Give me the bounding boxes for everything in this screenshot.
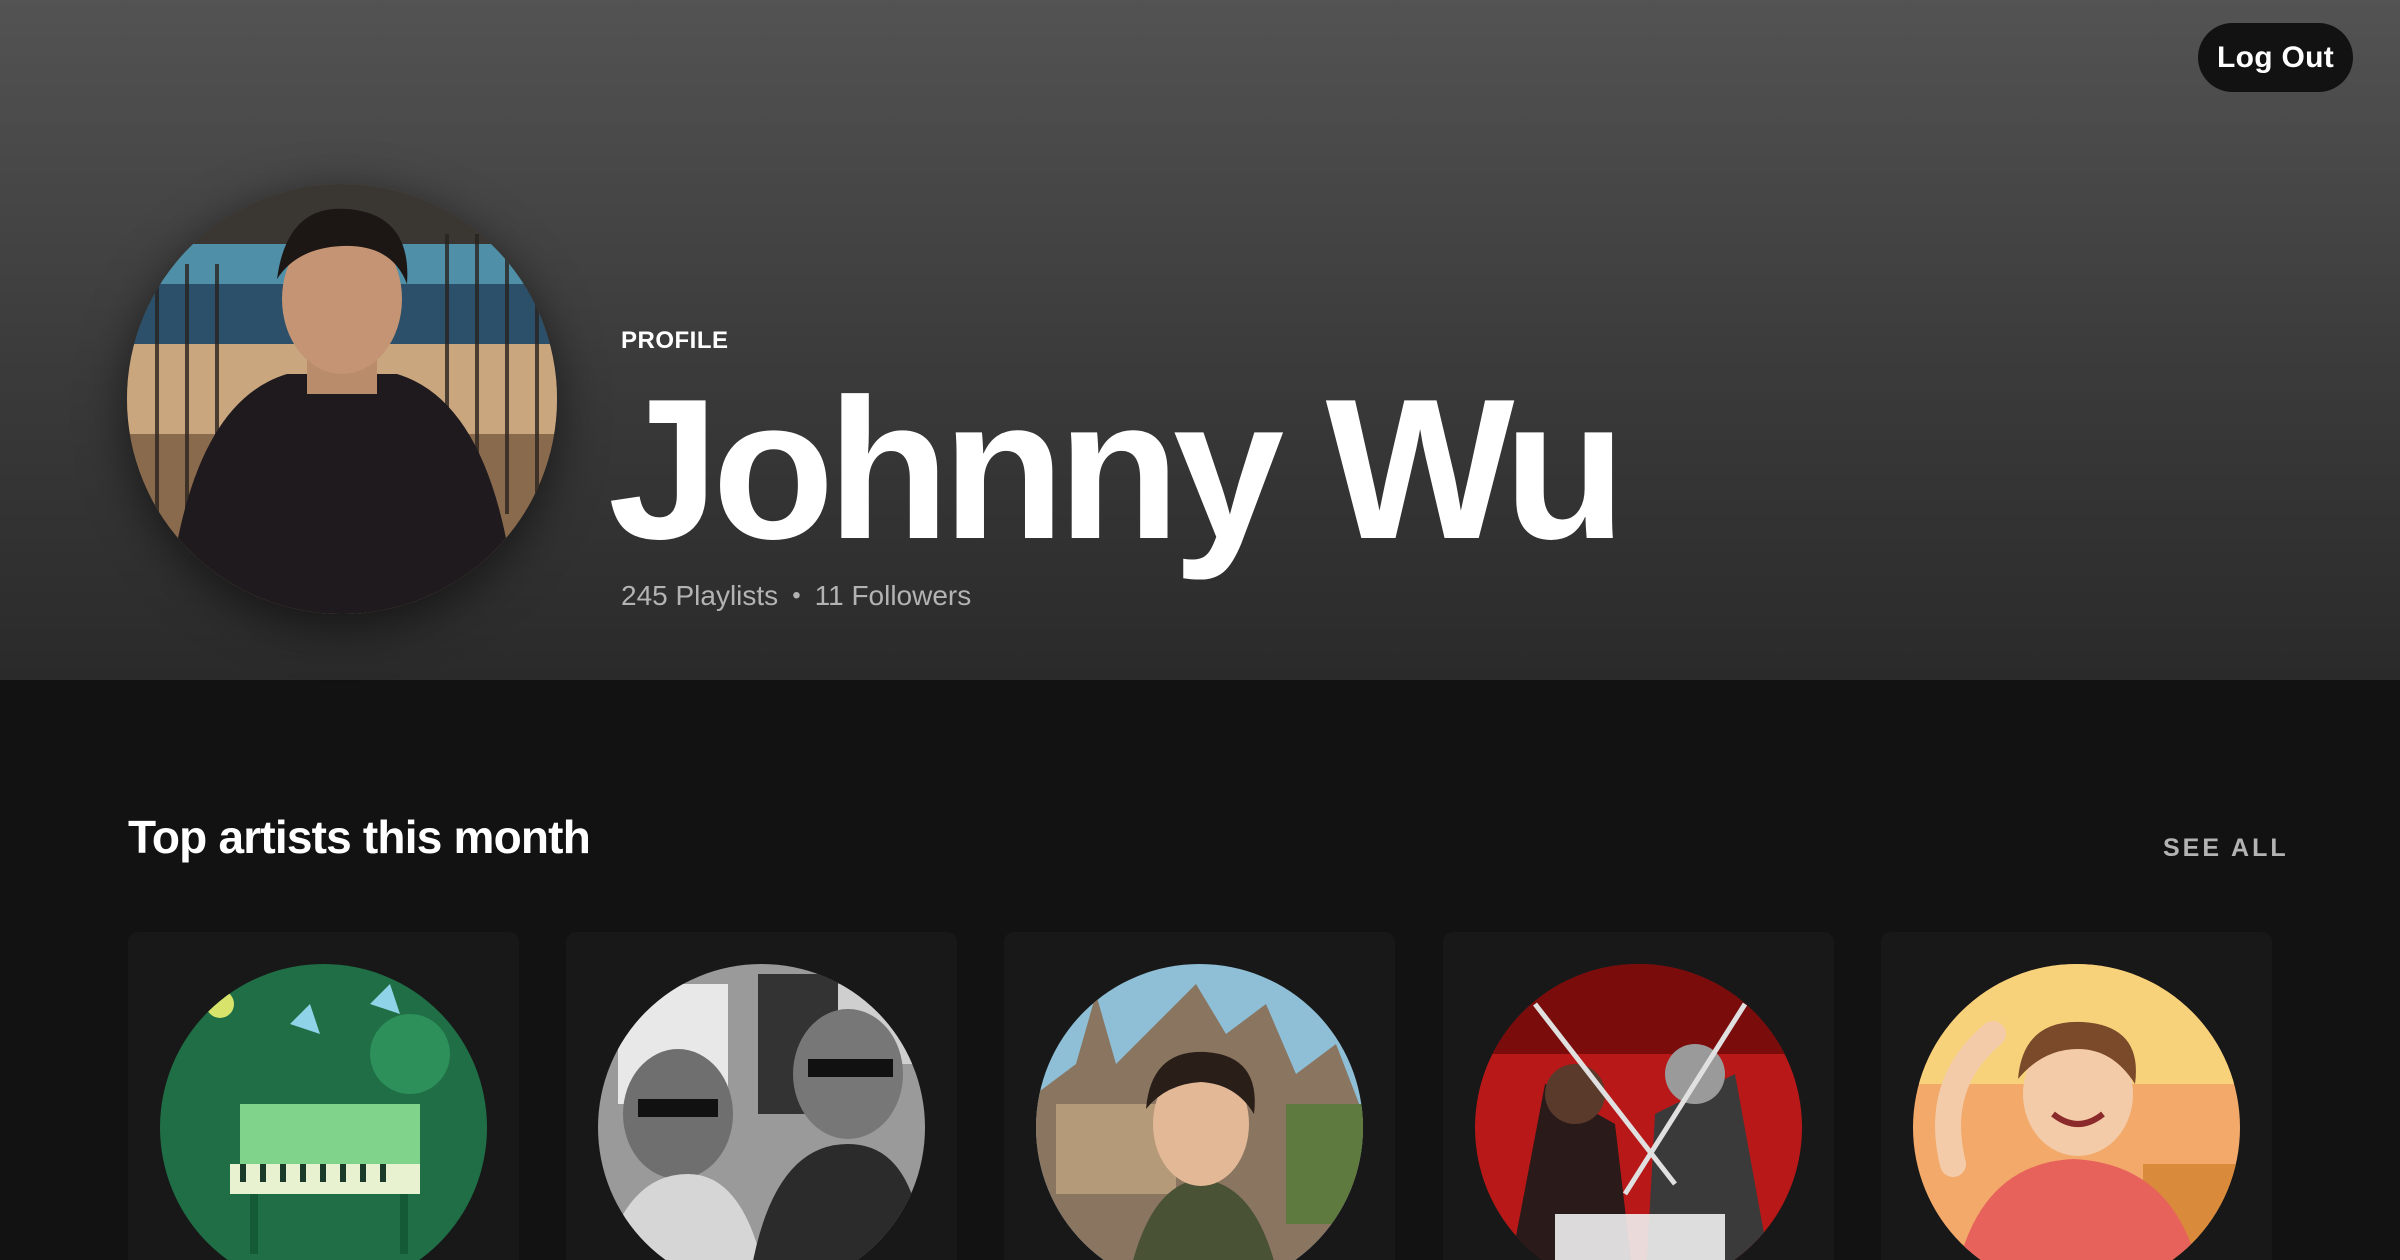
- red-warriors-artwork: [1475, 964, 1802, 1260]
- profile-stats: 245 Playlists • 11 Followers: [621, 580, 971, 612]
- artist-card[interactable]: [1881, 932, 2272, 1260]
- followers-count[interactable]: 11 Followers: [815, 580, 972, 612]
- artist-card[interactable]: [128, 932, 519, 1260]
- stats-separator: •: [792, 582, 801, 609]
- artist-image: [1036, 964, 1363, 1260]
- artist-card[interactable]: [1443, 932, 1834, 1260]
- top-artists-title[interactable]: Top artists this month: [128, 810, 591, 864]
- profile-avatar: [127, 184, 557, 614]
- artist-card[interactable]: [1004, 932, 1395, 1260]
- two-men-sunglasses-bw-photo: [598, 964, 925, 1260]
- anime-character-artwork: [1913, 964, 2240, 1260]
- see-all-link[interactable]: SEE ALL: [2163, 834, 2289, 863]
- profile-photo: [127, 184, 557, 614]
- artist-image: [1475, 964, 1802, 1260]
- green-piano-artwork: [160, 964, 487, 1260]
- artist-image: [598, 964, 925, 1260]
- logout-button[interactable]: Log Out: [2198, 23, 2353, 92]
- artist-image: [1913, 964, 2240, 1260]
- playlists-count[interactable]: 245 Playlists: [621, 580, 778, 612]
- profile-type-label: PROFILE: [621, 327, 729, 354]
- artist-image: [160, 964, 487, 1260]
- man-castle-photo: [1036, 964, 1363, 1260]
- profile-name: Johnny Wu: [608, 358, 1626, 581]
- artist-card[interactable]: [566, 932, 957, 1260]
